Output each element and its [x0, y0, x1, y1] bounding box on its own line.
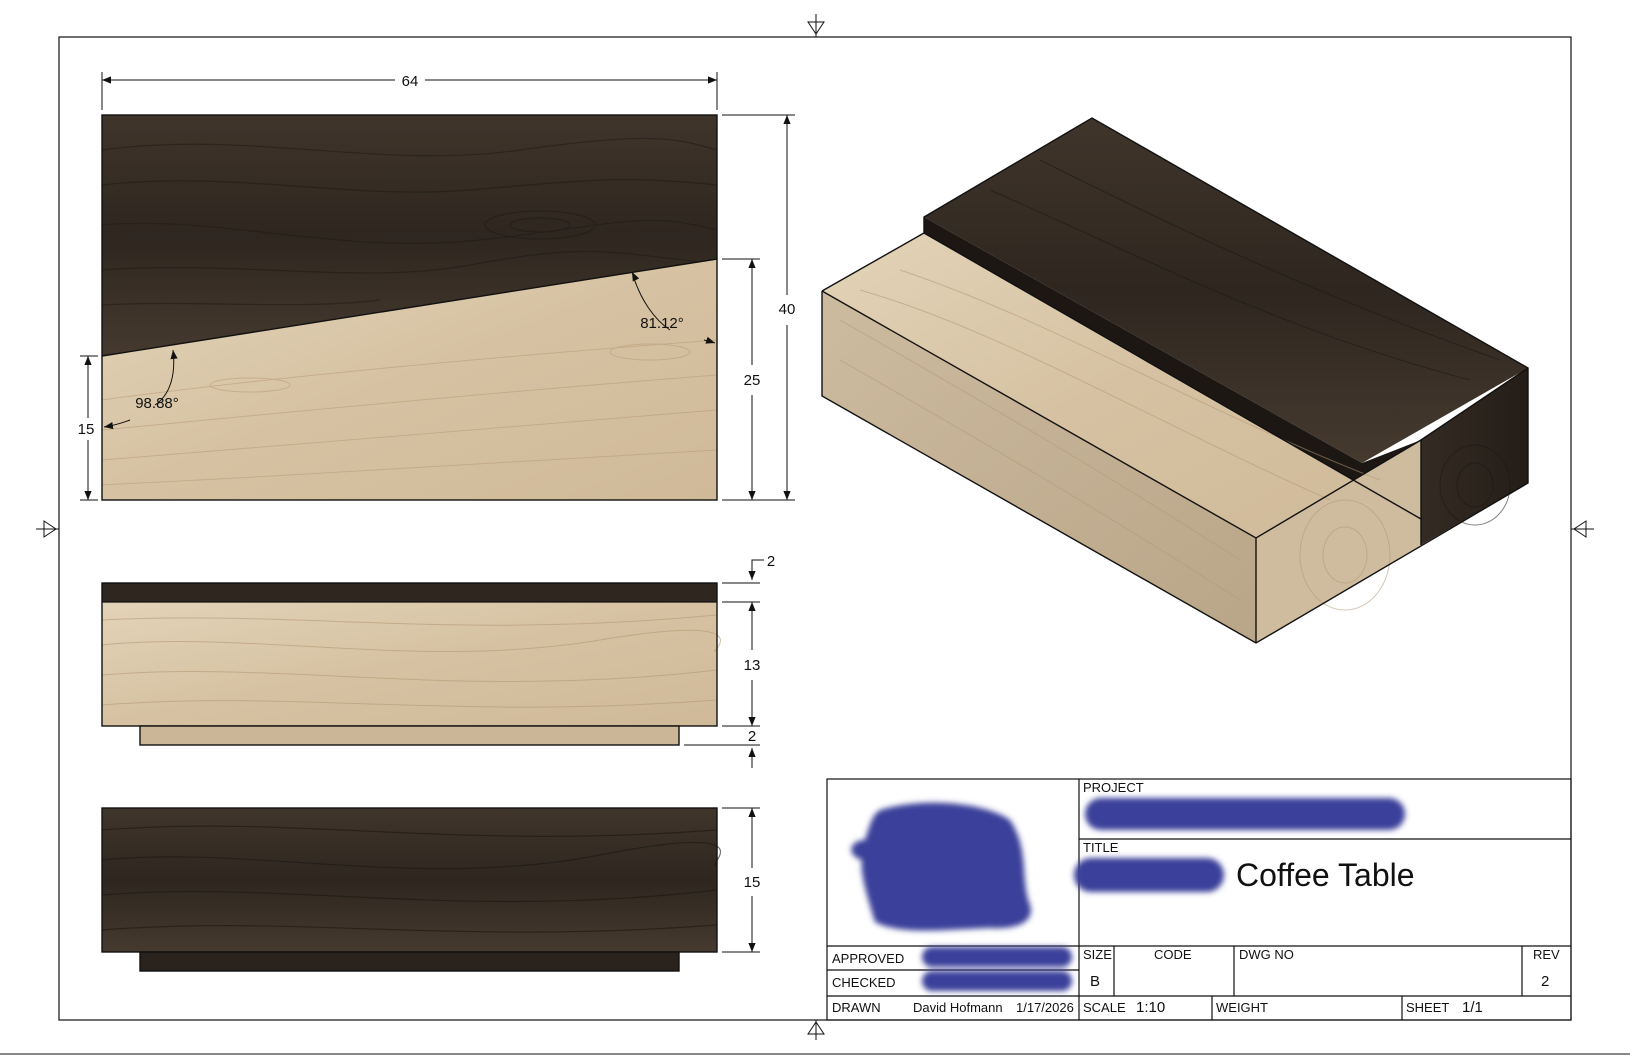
left-center-mark — [36, 520, 59, 538]
rev-value: 2 — [1541, 973, 1549, 990]
side-view — [101, 807, 722, 972]
scale-value: 1:10 — [1136, 999, 1165, 1016]
sheet-value: 1/1 — [1462, 999, 1483, 1016]
checked-label: CHECKED — [832, 975, 896, 990]
front-view-base — [139, 725, 680, 746]
dim-base-2: 2 — [748, 728, 756, 745]
drawing-sheet: 64 40 25 15 81.12° 98.88° 2 13 2 15 PROJ… — [0, 14, 1630, 1055]
redaction-title-prefix — [1074, 858, 1224, 892]
rev-label: REV — [1533, 947, 1560, 962]
bottom-center-mark — [807, 1020, 825, 1040]
front-view-dark-strip — [102, 583, 717, 602]
front-view — [101, 582, 721, 746]
isometric-view — [821, 117, 1529, 644]
dwg-no-label: DWG NO — [1239, 947, 1294, 962]
dim-body-13: 13 — [744, 657, 761, 674]
redaction-marks — [851, 798, 1405, 991]
title-label: TITLE — [1083, 840, 1119, 855]
redaction-logo — [851, 802, 1031, 931]
size-label: SIZE — [1083, 947, 1112, 962]
right-center-mark — [1571, 520, 1594, 538]
dim-height-15: 15 — [78, 421, 95, 438]
drawing-title: Coffee Table — [1236, 857, 1415, 893]
top-view — [101, 114, 718, 501]
scale-label: SCALE — [1083, 1000, 1126, 1015]
redaction-project — [1085, 798, 1405, 830]
weight-label: WEIGHT — [1216, 1000, 1268, 1015]
dim-angle-98: 98.88° — [135, 395, 179, 412]
approved-label: APPROVED — [832, 951, 904, 966]
dim-height-25: 25 — [744, 372, 761, 389]
dim-side-15: 15 — [744, 874, 761, 891]
redaction-checked — [922, 971, 1072, 991]
dim-top-strip-2: 2 — [767, 553, 775, 570]
dim-width-64: 64 — [402, 73, 419, 90]
top-center-mark — [807, 14, 825, 37]
code-label: CODE — [1154, 947, 1192, 962]
drawn-by: David Hofmann — [913, 1000, 1003, 1015]
sheet-label: SHEET — [1406, 1000, 1449, 1015]
drawn-label: DRAWN — [832, 1000, 881, 1015]
title-block: PROJECT TITLE Coffee Table APPROVED CHEC… — [826, 778, 1572, 1021]
dim-height-40: 40 — [779, 301, 796, 318]
size-value: B — [1090, 973, 1100, 990]
redaction-approved — [922, 947, 1072, 967]
project-label: PROJECT — [1083, 780, 1144, 795]
dim-angle-81: 81.12° — [640, 315, 684, 332]
side-view-base — [139, 951, 680, 972]
front-view-light-body — [102, 602, 717, 726]
drawn-date: 1/17/2026 — [1016, 1000, 1074, 1015]
